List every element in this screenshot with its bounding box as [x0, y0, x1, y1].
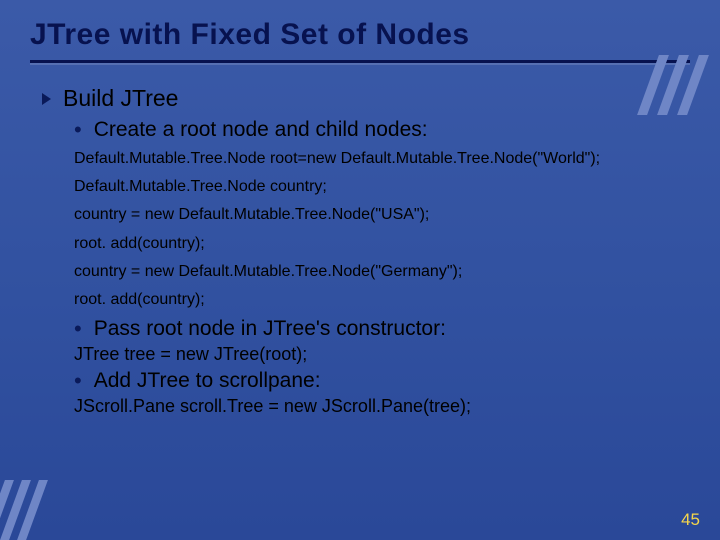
slide-title: JTree with Fixed Set of Nodes [30, 18, 720, 52]
code-line: Default.Mutable.Tree.Node country; [74, 175, 680, 198]
bullet-lvl2-text: Create a root node and child nodes: [94, 118, 428, 142]
bullet-lvl2-pass: • Pass root node in JTree's constructor: [74, 317, 680, 341]
bullet-dot-icon: • [74, 118, 82, 142]
decor-stripes-bottom-left [0, 480, 48, 540]
code-block-3: JScroll.Pane scroll.Tree = new JScroll.P… [74, 396, 680, 417]
code-line: Default.Mutable.Tree.Node root=new Defau… [74, 147, 680, 170]
slide-content: Build JTree • Create a root node and chi… [0, 63, 720, 417]
bullet-lvl2-create: • Create a root node and child nodes: [74, 118, 680, 142]
page-number: 45 [681, 510, 700, 530]
code-line: root. add(country); [74, 288, 680, 311]
bullet-lvl2-add: • Add JTree to scrollpane: [74, 369, 680, 393]
code-line: JScroll.Pane scroll.Tree = new JScroll.P… [74, 396, 680, 417]
code-line: JTree tree = new JTree(root); [74, 344, 680, 365]
bullet-lvl1: Build JTree [42, 85, 680, 112]
arrow-icon [42, 93, 51, 105]
bullet-lvl1-text: Build JTree [63, 85, 178, 112]
code-line: root. add(country); [74, 232, 680, 255]
bullet-lvl2-text: Pass root node in JTree's constructor: [94, 317, 446, 341]
bullet-dot-icon: • [74, 369, 82, 393]
slide-title-wrap: JTree with Fixed Set of Nodes [0, 0, 720, 58]
code-block-1: Default.Mutable.Tree.Node root=new Defau… [74, 147, 680, 311]
code-line: country = new Default.Mutable.Tree.Node(… [74, 260, 680, 283]
bullet-lvl2-text: Add JTree to scrollpane: [94, 369, 321, 393]
code-line: country = new Default.Mutable.Tree.Node(… [74, 203, 680, 226]
bullet-dot-icon: • [74, 317, 82, 341]
code-block-2: JTree tree = new JTree(root); [74, 344, 680, 365]
